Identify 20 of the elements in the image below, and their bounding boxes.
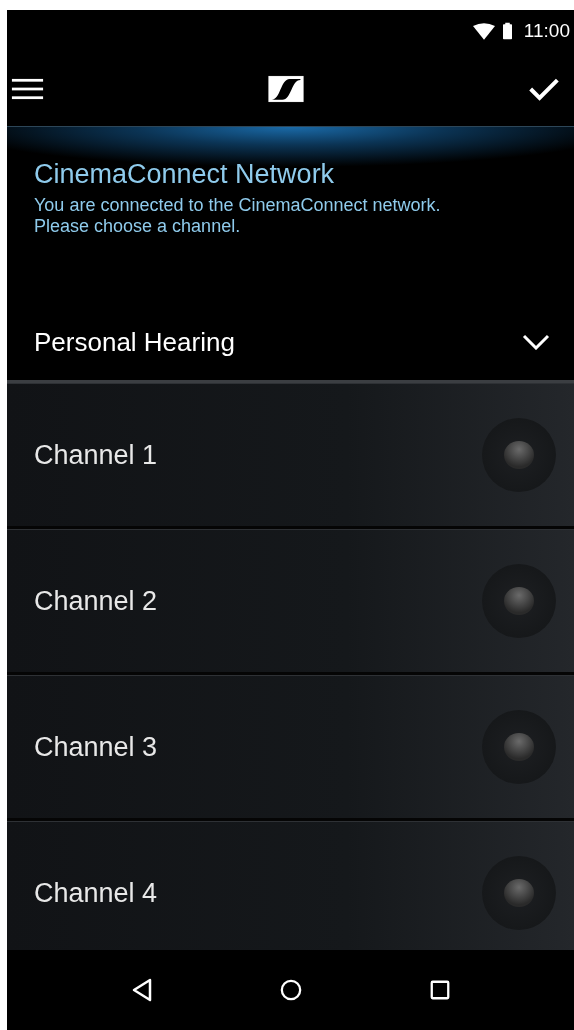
channel-row[interactable]: Channel 1 bbox=[7, 383, 574, 529]
confirm-check-icon[interactable] bbox=[528, 76, 560, 102]
battery-icon bbox=[502, 22, 512, 40]
back-icon[interactable] bbox=[130, 978, 153, 1002]
logo-icon bbox=[268, 75, 304, 103]
connection-message: You are connected to the CinemaConnect network. Please choose a channel. bbox=[34, 195, 442, 237]
chevron-icon bbox=[522, 334, 550, 350]
channel-name: Channel 2 bbox=[34, 585, 158, 617]
channel-row[interactable]: Channel 4 bbox=[7, 821, 574, 950]
channel-name: Channel 3 bbox=[34, 731, 158, 763]
wifi-icon bbox=[472, 22, 495, 40]
network-title: CinemaConnect Network bbox=[34, 158, 336, 191]
recents-icon[interactable] bbox=[428, 978, 451, 1002]
channel-name: Channel 4 bbox=[34, 877, 158, 909]
home-icon[interactable] bbox=[279, 978, 302, 1002]
channel-row[interactable]: Channel 2 bbox=[7, 529, 574, 675]
status-time: 11:00 bbox=[523, 20, 570, 42]
channel-row[interactable]: Channel 3 bbox=[7, 675, 574, 821]
menu-icon[interactable] bbox=[11, 78, 44, 100]
channel-name: Channel 1 bbox=[34, 439, 158, 471]
